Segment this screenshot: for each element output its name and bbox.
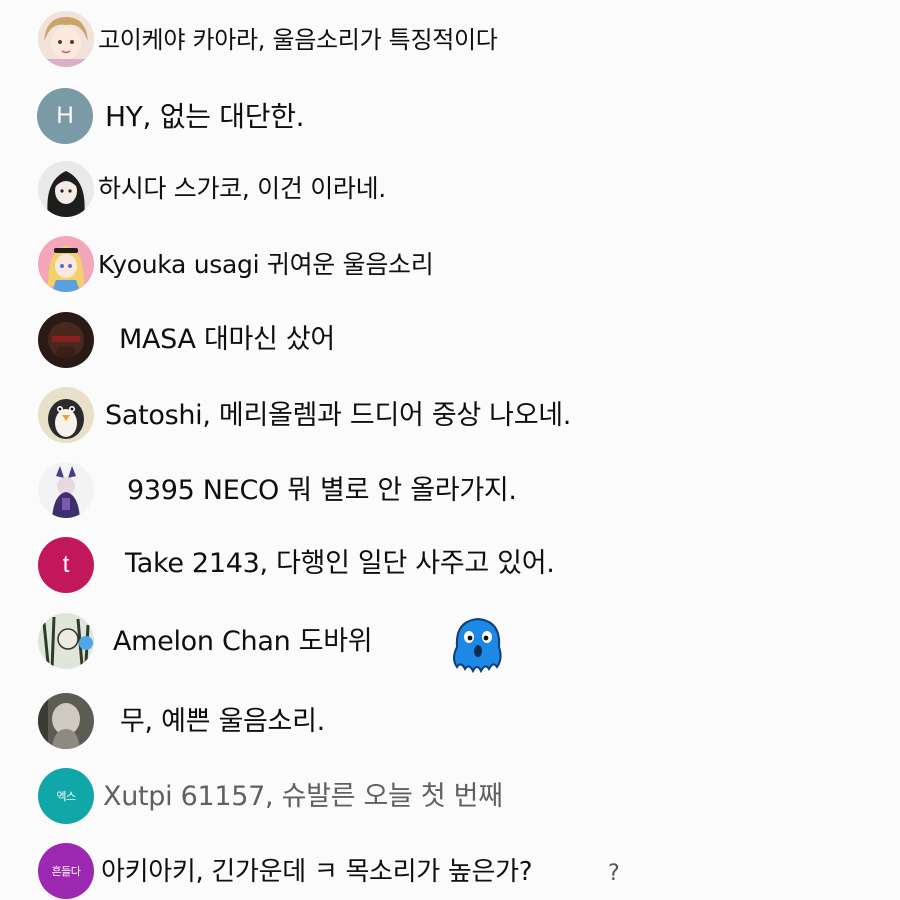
user-text-avatar[interactable]: 흔들다 [38, 843, 94, 899]
chat-message-text: 아키아키, 긴가운데 ㅋ 목소리가 높은가? [101, 857, 533, 887]
dark-hair-girl-avatar-icon[interactable] [38, 161, 94, 217]
chat-message-text: 9395 NECO 뭐 별로 안 올라가지. [127, 475, 517, 506]
chat-message: Amelon Chan 도바위 [0, 613, 900, 674]
chat-message-text: MASA 대마신 샀어 [119, 324, 335, 355]
penguin-avatar-icon[interactable] [38, 387, 94, 443]
avatar-text: 엑스 [56, 791, 76, 803]
chat-message: MASA 대마신 샀어 [0, 312, 900, 372]
avatar-letter: H [56, 102, 74, 129]
chat-message: 무, 예쁜 울음소리. [0, 693, 900, 753]
user-text-avatar[interactable]: 엑스 [38, 768, 94, 824]
blue-ghost-sticker-icon [453, 617, 502, 674]
user-initial-avatar[interactable]: H [37, 88, 93, 144]
sketch-avatar-icon[interactable] [38, 613, 94, 669]
chat-message-text: Kyouka usagi 귀여운 울음소리 [98, 250, 434, 279]
chat-message-text: HY, 없는 대단한. [105, 100, 305, 133]
chat-message-text: Take 2143, 다행인 일단 사주고 있어. [125, 548, 555, 579]
chat-message: H HY, 없는 대단한. [0, 88, 900, 148]
alice-avatar-icon[interactable] [38, 236, 94, 292]
chat-message: 하시다 스가코, 이건 이라네. [0, 161, 900, 221]
chat-message-text: Amelon Chan 도바위 [113, 626, 373, 657]
chat-message: 엑스 Xutpi 61157, 슈발른 오늘 첫 번째 [0, 768, 900, 828]
chat-message-text: Xutpi 61157, 슈발른 오늘 첫 번째 [103, 781, 503, 812]
avatar-text: 흔들다 [51, 866, 81, 878]
gray-photo-avatar-icon[interactable] [38, 693, 94, 749]
chat-message: 9395 NECO 뭐 별로 안 올라가지. [0, 462, 900, 522]
chat-message-text: 무, 예쁜 울음소리. [120, 706, 325, 737]
chat-message: t Take 2143, 다행인 일단 사주고 있어. [0, 537, 900, 597]
chat-message: 흔들다 아키아키, 긴가운데 ㅋ 목소리가 높은가? ? [0, 843, 900, 900]
cat-character-avatar-icon[interactable] [38, 462, 94, 518]
chat-message: 고이케야 카아라, 울음소리가 특징적이다 [0, 11, 900, 71]
anime-girl-avatar-icon[interactable] [38, 11, 94, 67]
chat-message-text: 하시다 스가코, 이건 이라네. [98, 174, 386, 203]
chat-message-text: 고이케야 카아라, 울음소리가 특징적이다 [98, 26, 498, 54]
trailing-question-mark: ? [608, 861, 620, 886]
chat-message-text: Satoshi, 메리올렘과 드디어 중상 나오네. [105, 400, 572, 431]
live-chat-list: 고이케야 카아라, 울음소리가 특징적이다 H HY, 없는 대단한. 하시다 … [0, 0, 900, 900]
chat-message: Satoshi, 메리올렘과 드디어 중상 나오네. [0, 387, 900, 447]
chat-message: Kyouka usagi 귀여운 울음소리 [0, 236, 900, 296]
user-initial-avatar[interactable]: t [38, 537, 94, 593]
avatar-letter: t [62, 551, 70, 578]
dark-photo-avatar-icon[interactable] [38, 312, 94, 368]
